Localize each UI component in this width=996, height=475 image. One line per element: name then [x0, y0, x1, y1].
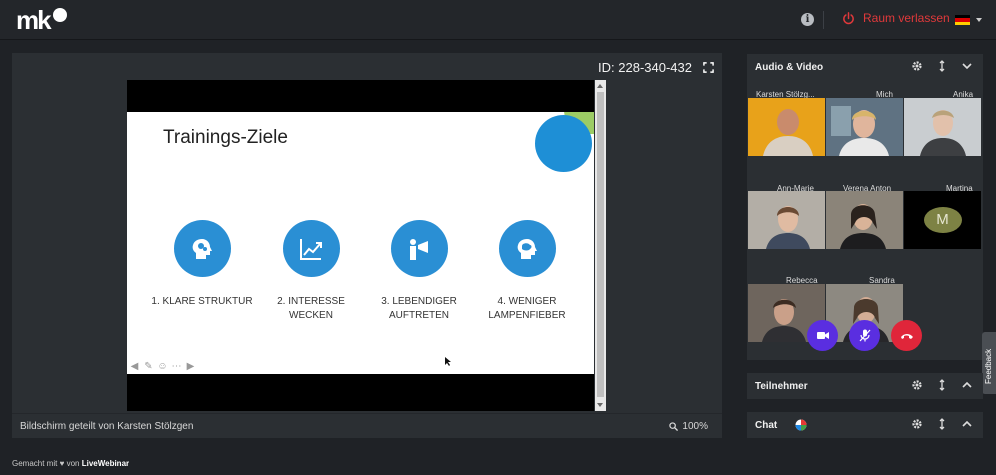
language-dropdown-caret-icon[interactable]	[976, 18, 982, 22]
goal-label: 2. INTERESSE	[277, 296, 345, 307]
slide-decoration-blue	[535, 115, 592, 172]
participant-video[interactable]: M	[904, 191, 981, 249]
zoom-value: 100%	[682, 421, 708, 432]
footer-prefix: Gemacht mit	[12, 459, 58, 468]
goal-label-2: AUFTRETEN	[389, 310, 449, 321]
footer-credit: Gemacht mit ♥ von LiveWebinar	[12, 459, 129, 468]
hang-up-button[interactable]	[891, 320, 922, 351]
audio-video-header: Audio & Video	[747, 54, 983, 80]
chat-panel: Chat	[747, 412, 983, 438]
fullscreen-icon[interactable]	[703, 62, 714, 73]
pen-icon[interactable]: ✎	[143, 361, 154, 372]
zoom-control[interactable]: 100%	[669, 421, 708, 432]
shared-screen[interactable]: Trainings-Ziele 1. KLARE STRUKTUR 2. INT…	[127, 80, 594, 411]
megaphone-person-icon	[390, 220, 448, 277]
arrow-left-icon[interactable]: ◀	[129, 361, 140, 372]
chat-app-icon[interactable]	[795, 419, 807, 431]
resize-vertical-icon[interactable]	[936, 418, 948, 430]
goal-label-2: LAMPENFIEBER	[488, 310, 566, 321]
feedback-tab[interactable]: Feedback	[982, 332, 996, 394]
chart-up-icon	[282, 220, 340, 277]
power-icon	[843, 11, 854, 24]
smiley-icon[interactable]: ☺	[157, 361, 168, 372]
head-gears-icon	[173, 220, 231, 277]
goal-label: 3. LEBENDIGER	[381, 296, 457, 307]
resize-vertical-icon[interactable]	[936, 60, 948, 72]
divider	[823, 11, 824, 29]
feedback-label: Feedback	[984, 348, 993, 384]
screen-shared-by-label: Bildschirm geteilt von Karsten Stölzgen	[20, 421, 194, 432]
phone-hangup-icon	[900, 333, 913, 339]
goal-item: 1. KLARE STRUKTUR	[142, 220, 262, 309]
gear-icon[interactable]	[911, 379, 923, 391]
chevron-down-icon[interactable]	[961, 60, 973, 72]
chevron-up-icon[interactable]	[961, 418, 973, 430]
chat-title: Chat	[755, 419, 778, 431]
goal-label: 4. WENIGER	[497, 296, 557, 307]
logo-text: mk	[16, 4, 52, 35]
participant-video[interactable]	[904, 98, 981, 156]
video-camera-icon	[816, 332, 829, 339]
audio-video-title: Audio & Video	[755, 61, 824, 73]
top-bar: mk i Raum verlassen	[0, 0, 996, 40]
gear-icon[interactable]	[911, 60, 923, 72]
participant-video[interactable]	[748, 98, 825, 156]
leave-room-label: Raum verlassen	[863, 11, 950, 25]
microphone-off-icon	[859, 329, 870, 342]
participants-title: Teilnehmer	[755, 380, 808, 392]
scroll-down-icon[interactable]	[597, 403, 603, 407]
footer-middle: von	[66, 459, 80, 468]
participants-panel: Teilnehmer	[747, 373, 983, 399]
mouse-cursor-icon	[445, 357, 451, 366]
arrow-right-icon[interactable]: ▶	[185, 361, 196, 372]
slide-toolbar: ◀ ✎ ☺ ⋯ ▶	[129, 361, 196, 372]
leave-room-button[interactable]: Raum verlassen	[842, 11, 950, 25]
goal-label: 1. KLARE STRUKTUR	[151, 296, 253, 307]
heart-icon: ♥	[59, 459, 65, 468]
scroll-up-icon[interactable]	[597, 84, 603, 88]
chevron-up-icon[interactable]	[961, 379, 973, 391]
scroll-thumb[interactable]	[597, 92, 604, 397]
camera-button[interactable]	[807, 320, 838, 351]
stage-status-bar: Bildschirm geteilt von Karsten Stölzgen …	[12, 413, 722, 438]
zoom-icon	[669, 422, 679, 431]
session-id: ID: 228-340-432	[598, 60, 692, 75]
presentation-slide: Trainings-Ziele 1. KLARE STRUKTUR 2. INT…	[127, 112, 594, 374]
gear-icon[interactable]	[911, 418, 923, 430]
goal-item: 3. LEBENDIGER AUFTRETEN	[359, 220, 479, 323]
footer-brand[interactable]: LiveWebinar	[82, 459, 129, 468]
participant-video[interactable]	[748, 191, 825, 249]
german-flag-icon[interactable]	[955, 15, 970, 25]
audio-video-panel: Audio & Video Karsten Stölzg... Mich Ani…	[747, 54, 983, 360]
participant-video[interactable]	[826, 98, 903, 156]
logo-dot	[52, 8, 67, 22]
slide-title: Trainings-Ziele	[163, 127, 288, 148]
goal-label-2: WECKEN	[289, 310, 333, 321]
shared-screen-scrollbar[interactable]	[595, 80, 606, 411]
brain-head-icon	[498, 220, 556, 277]
logo[interactable]: mk	[16, 4, 67, 35]
mute-button[interactable]	[849, 320, 880, 351]
screen-share-stage: ID: 228-340-432 Trainings-Ziele 1. KLARE…	[12, 53, 722, 438]
chat-header[interactable]: Chat	[747, 412, 983, 438]
goal-item: 2. INTERESSE WECKEN	[251, 220, 371, 323]
menu-icon[interactable]: ⋯	[171, 361, 182, 372]
goal-item: 4. WENIGER LAMPENFIEBER	[467, 220, 587, 323]
resize-vertical-icon[interactable]	[936, 379, 948, 391]
participants-header[interactable]: Teilnehmer	[747, 373, 983, 399]
participant-video[interactable]	[826, 191, 903, 249]
info-icon[interactable]: i	[801, 13, 814, 26]
avatar: M	[923, 207, 962, 233]
